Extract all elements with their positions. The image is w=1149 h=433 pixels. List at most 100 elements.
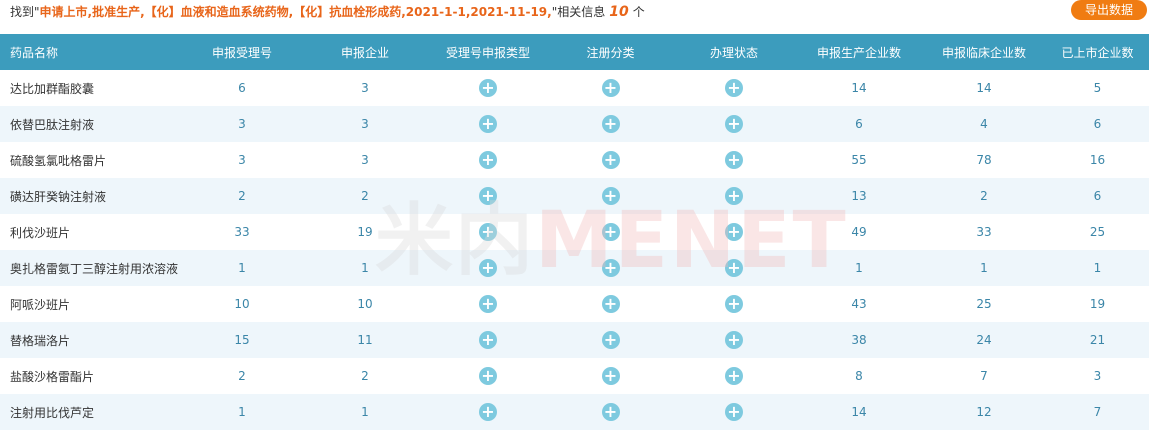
clinical-count-cell[interactable]: 78: [922, 142, 1046, 178]
status-expand-icon[interactable]: +: [725, 223, 743, 241]
market-count-cell[interactable]: 7: [1046, 394, 1149, 430]
reg-class-expand-cell: +: [549, 394, 672, 430]
reg-class-expand-cell: +: [549, 286, 672, 322]
accept-type-expand-icon[interactable]: +: [479, 367, 497, 385]
prod-count-cell[interactable]: 8: [796, 358, 922, 394]
accept-type-expand-icon[interactable]: +: [479, 223, 497, 241]
reg-class-expand-icon[interactable]: +: [601, 295, 620, 313]
accept-no-count-cell[interactable]: 6: [181, 70, 303, 106]
accept-no-count-cell[interactable]: 1: [181, 394, 303, 430]
market-count-cell[interactable]: 6: [1046, 178, 1149, 214]
reg-class-expand-icon[interactable]: +: [601, 187, 620, 205]
reg-class-expand-icon[interactable]: +: [601, 79, 620, 97]
accept-type-expand-icon[interactable]: +: [479, 187, 497, 205]
clinical-count-cell[interactable]: 1: [922, 250, 1046, 286]
drug-name-cell: 阿哌沙班片: [0, 286, 181, 322]
applicant-count-cell[interactable]: 11: [303, 322, 427, 358]
accept-type-expand-icon[interactable]: +: [479, 295, 497, 313]
reg-class-expand-cell: +: [549, 142, 672, 178]
market-count-cell[interactable]: 3: [1046, 358, 1149, 394]
prod-count-cell[interactable]: 43: [796, 286, 922, 322]
prod-count-cell[interactable]: 38: [796, 322, 922, 358]
reg-class-expand-icon[interactable]: +: [601, 403, 620, 421]
status-expand-icon[interactable]: +: [725, 295, 743, 313]
prod-count-cell[interactable]: 6: [796, 106, 922, 142]
prod-count-cell[interactable]: 1: [796, 250, 922, 286]
export-data-button[interactable]: 导出数据: [1071, 0, 1147, 20]
prod-count-cell[interactable]: 49: [796, 214, 922, 250]
accept-type-expand-icon[interactable]: +: [479, 259, 497, 277]
accept-no-count-cell[interactable]: 1: [181, 250, 303, 286]
accept-no-count-cell[interactable]: 3: [181, 106, 303, 142]
status-expand-cell: +: [672, 142, 796, 178]
market-count-cell[interactable]: 1: [1046, 250, 1149, 286]
reg-class-expand-icon[interactable]: +: [601, 367, 620, 385]
accept-no-count-cell[interactable]: 10: [181, 286, 303, 322]
market-count-cell[interactable]: 25: [1046, 214, 1149, 250]
accept-type-expand-cell: +: [427, 106, 549, 142]
applicant-count-cell[interactable]: 2: [303, 358, 427, 394]
market-count-cell[interactable]: 5: [1046, 70, 1149, 106]
accept-no-count-cell[interactable]: 15: [181, 322, 303, 358]
clinical-count-cell[interactable]: 12: [922, 394, 1046, 430]
reg-class-expand-icon[interactable]: +: [601, 115, 620, 133]
drug-name-cell: 注射用比伐芦定: [0, 394, 181, 430]
accept-type-expand-icon[interactable]: +: [479, 331, 497, 349]
accept-type-expand-cell: +: [427, 250, 549, 286]
clinical-count-cell[interactable]: 14: [922, 70, 1046, 106]
clinical-count-cell[interactable]: 24: [922, 322, 1046, 358]
col-header-market-count: 已上市企业数: [1046, 34, 1149, 70]
clinical-count-cell[interactable]: 33: [922, 214, 1046, 250]
applicant-count-cell[interactable]: 10: [303, 286, 427, 322]
reg-class-expand-icon[interactable]: +: [601, 151, 620, 169]
col-header-prod-count: 申报生产企业数: [796, 34, 922, 70]
accept-no-count-cell[interactable]: 2: [181, 358, 303, 394]
market-count-cell[interactable]: 6: [1046, 106, 1149, 142]
status-expand-icon[interactable]: +: [725, 403, 743, 421]
clinical-count-cell[interactable]: 4: [922, 106, 1046, 142]
prod-count-cell[interactable]: 55: [796, 142, 922, 178]
accept-type-expand-icon[interactable]: +: [479, 403, 497, 421]
prod-count-cell[interactable]: 13: [796, 178, 922, 214]
status-expand-icon[interactable]: +: [725, 367, 743, 385]
status-expand-icon[interactable]: +: [725, 331, 743, 349]
status-expand-icon[interactable]: +: [725, 79, 743, 97]
clinical-count-cell[interactable]: 2: [922, 178, 1046, 214]
applicant-count-cell[interactable]: 3: [303, 106, 427, 142]
status-expand-cell: +: [672, 214, 796, 250]
applicant-count-cell[interactable]: 3: [303, 70, 427, 106]
accept-type-expand-icon[interactable]: +: [479, 79, 497, 97]
status-expand-icon[interactable]: +: [725, 259, 743, 277]
market-count-cell[interactable]: 19: [1046, 286, 1149, 322]
prod-count-cell[interactable]: 14: [796, 70, 922, 106]
col-header-drug-name: 药品名称: [0, 34, 181, 70]
applicant-count-cell[interactable]: 3: [303, 142, 427, 178]
status-expand-icon[interactable]: +: [725, 151, 743, 169]
accept-no-count-cell[interactable]: 2: [181, 178, 303, 214]
accept-type-expand-cell: +: [427, 178, 549, 214]
clinical-count-cell[interactable]: 25: [922, 286, 1046, 322]
accept-no-count-cell[interactable]: 3: [181, 142, 303, 178]
accept-no-count-cell[interactable]: 33: [181, 214, 303, 250]
status-expand-cell: +: [672, 322, 796, 358]
prod-count-cell[interactable]: 14: [796, 394, 922, 430]
applicant-count-cell[interactable]: 2: [303, 178, 427, 214]
market-count-cell[interactable]: 21: [1046, 322, 1149, 358]
clinical-count-cell[interactable]: 7: [922, 358, 1046, 394]
reg-class-expand-icon[interactable]: +: [601, 259, 620, 277]
status-expand-icon[interactable]: +: [725, 187, 743, 205]
drug-name-cell: 奥扎格雷氨丁三醇注射用浓溶液: [0, 250, 181, 286]
applicant-count-cell[interactable]: 1: [303, 394, 427, 430]
reg-class-expand-icon[interactable]: +: [601, 331, 620, 349]
market-count-cell[interactable]: 16: [1046, 142, 1149, 178]
status-expand-icon[interactable]: +: [725, 115, 743, 133]
reg-class-expand-cell: +: [549, 214, 672, 250]
accept-type-expand-icon[interactable]: +: [479, 115, 497, 133]
applicant-count-cell[interactable]: 19: [303, 214, 427, 250]
drug-name-cell: 磺达肝癸钠注射液: [0, 178, 181, 214]
reg-class-expand-icon[interactable]: +: [601, 223, 620, 241]
accept-type-expand-icon[interactable]: +: [479, 151, 497, 169]
accept-type-expand-cell: +: [427, 322, 549, 358]
applicant-count-cell[interactable]: 1: [303, 250, 427, 286]
col-header-status: 办理状态: [672, 34, 796, 70]
